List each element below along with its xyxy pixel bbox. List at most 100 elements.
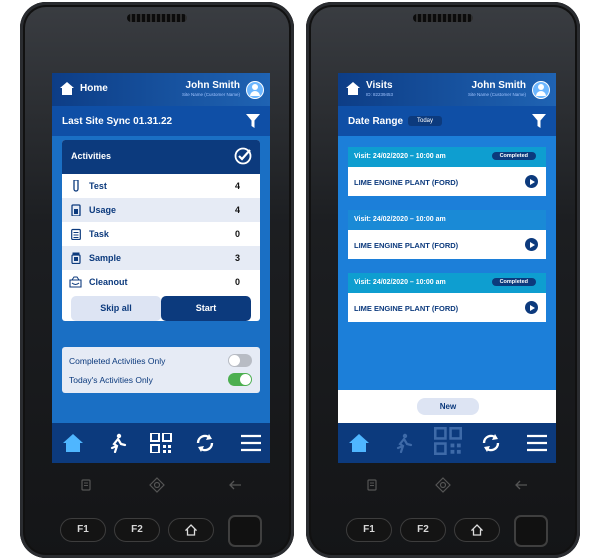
chevron-right-icon[interactable]: [525, 238, 538, 251]
hardware-nav-row: [306, 470, 580, 500]
nav-sync-icon[interactable]: [194, 433, 216, 453]
avatar[interactable]: [246, 81, 264, 99]
start-button[interactable]: Start: [161, 296, 251, 321]
filter-icon[interactable]: [246, 114, 260, 128]
date-range-chip[interactable]: Today: [408, 116, 443, 126]
back-key-icon[interactable]: [227, 477, 243, 493]
visit-card[interactable]: Visit: 24/02/2020 – 10:00 am LIME ENGINE…: [348, 210, 546, 259]
site-name: Site Name (Customer Name): [181, 92, 240, 97]
status-badge: Completed: [491, 278, 536, 286]
house-icon: [470, 524, 484, 536]
activities-title: Activities: [71, 151, 112, 161]
chevron-right-icon[interactable]: [525, 175, 538, 188]
activity-label: Task: [89, 229, 109, 239]
filter-icon[interactable]: [532, 114, 546, 128]
speaker-grille: [413, 14, 473, 22]
nav-home-icon[interactable]: [348, 433, 370, 453]
f2-key[interactable]: F2: [400, 518, 446, 542]
activity-row-cleanout[interactable]: Cleanout 0: [62, 270, 260, 294]
toggle-label: Completed Activities Only: [69, 356, 166, 366]
home-screen: Home John Smith Site Name (Customer Name…: [52, 73, 270, 463]
visit-header: Visit: 24/02/2020 – 10:00 am Completed: [348, 147, 546, 167]
home-key-icon[interactable]: [435, 477, 451, 493]
visit-body: LIME ENGINE PLANT (FORD): [348, 230, 546, 259]
completed-only-toggle[interactable]: [228, 354, 252, 367]
visits-id: ID: 82239453: [366, 92, 394, 97]
test-tube-icon: [73, 180, 79, 192]
recent-apps-icon[interactable]: [78, 477, 94, 493]
sync-bar: Last Site Sync 01.31.22: [52, 106, 270, 136]
fingerprint-scanner[interactable]: [228, 515, 262, 547]
f2-key[interactable]: F2: [114, 518, 160, 542]
activity-count: 4: [234, 181, 240, 191]
nav-menu-icon[interactable]: [240, 433, 262, 453]
nav-qr-code-icon[interactable]: [434, 426, 462, 455]
back-key-icon[interactable]: [513, 477, 529, 493]
hardware-nav-row: [20, 470, 294, 500]
today-only-toggle[interactable]: [228, 373, 252, 386]
toggle-row-today: Today's Activities Only: [69, 371, 255, 389]
visit-header: Visit: 24/02/2020 – 10:00 am Completed: [348, 273, 546, 293]
visit-site: LIME ENGINE PLANT (FORD): [354, 241, 459, 250]
f1-key[interactable]: F1: [60, 518, 106, 542]
new-visit-bar: New: [338, 390, 556, 423]
check-all-icon[interactable]: [234, 147, 252, 165]
nav-run-icon[interactable]: [106, 433, 128, 454]
activity-count: 0: [234, 277, 240, 287]
activities-card: Activities Test 4 Usage 4 Task 0 Sample: [62, 140, 260, 321]
visit-body: LIME ENGINE PLANT (FORD): [348, 293, 546, 322]
bottle-icon: [71, 204, 81, 216]
user-name: John Smith: [185, 80, 240, 91]
activity-row-usage[interactable]: Usage 4: [62, 198, 260, 222]
avatar[interactable]: [532, 81, 550, 99]
visit-date: Visit: 24/02/2020 – 10:00 am: [354, 279, 446, 286]
activity-row-test[interactable]: Test 4: [62, 174, 260, 198]
home-icon: [60, 82, 74, 95]
last-sync-label: Last Site Sync 01.31.22: [62, 116, 173, 127]
nav-menu-icon[interactable]: [526, 433, 548, 453]
activity-label: Cleanout: [89, 277, 128, 287]
nav-sync-icon[interactable]: [480, 433, 502, 453]
activity-row-task[interactable]: Task 0: [62, 222, 260, 246]
function-keys: F1 F2: [20, 515, 294, 548]
clipboard-icon: [71, 228, 81, 240]
home-hardware-key[interactable]: [454, 518, 500, 542]
page-title: Visits: [366, 80, 393, 91]
filter-toggles: Completed Activities Only Today's Activi…: [62, 347, 260, 393]
activity-label: Sample: [89, 253, 122, 263]
date-range-bar: Date Range Today: [338, 106, 556, 136]
activities-header: Activities: [62, 140, 260, 174]
visits-screen: Visits ID: 82239453 John Smith Site Name…: [338, 73, 556, 463]
nav-run-icon[interactable]: [392, 433, 414, 454]
app-header: Home John Smith Site Name (Customer Name…: [52, 73, 270, 106]
bottom-nav: [52, 423, 270, 463]
skip-all-button[interactable]: Skip all: [71, 296, 161, 321]
chevron-right-icon[interactable]: [525, 301, 538, 314]
home-key-icon[interactable]: [149, 477, 165, 493]
visit-body: LIME ENGINE PLANT (FORD): [348, 167, 546, 196]
fingerprint-scanner[interactable]: [514, 515, 548, 547]
page-title: Home: [80, 83, 108, 94]
toggle-label: Today's Activities Only: [69, 375, 153, 385]
visit-date: Visit: 24/02/2020 – 10:00 am: [354, 216, 446, 223]
new-button[interactable]: New: [417, 398, 479, 415]
activity-count: 3: [234, 253, 240, 263]
nav-qr-code-icon[interactable]: [150, 432, 172, 454]
visit-card[interactable]: Visit: 24/02/2020 – 10:00 am Completed L…: [348, 273, 546, 322]
home-icon[interactable]: [346, 82, 360, 95]
phone-left: Home John Smith Site Name (Customer Name…: [20, 2, 294, 558]
home-hardware-key[interactable]: [168, 518, 214, 542]
site-name: Site Name (Customer Name): [467, 92, 526, 97]
activity-row-sample[interactable]: Sample 3: [62, 246, 260, 270]
nav-home-icon[interactable]: [62, 433, 84, 453]
function-keys: F1 F2: [306, 515, 580, 548]
activity-count: 4: [234, 205, 240, 215]
status-badge: Completed: [491, 152, 536, 160]
f1-key[interactable]: F1: [346, 518, 392, 542]
visit-site: LIME ENGINE PLANT (FORD): [354, 178, 459, 187]
visit-site: LIME ENGINE PLANT (FORD): [354, 304, 459, 313]
visit-card[interactable]: Visit: 24/02/2020 – 10:00 am Completed L…: [348, 147, 546, 196]
phone-right: Visits ID: 82239453 John Smith Site Name…: [306, 2, 580, 558]
visit-header: Visit: 24/02/2020 – 10:00 am: [348, 210, 546, 230]
recent-apps-icon[interactable]: [364, 477, 380, 493]
